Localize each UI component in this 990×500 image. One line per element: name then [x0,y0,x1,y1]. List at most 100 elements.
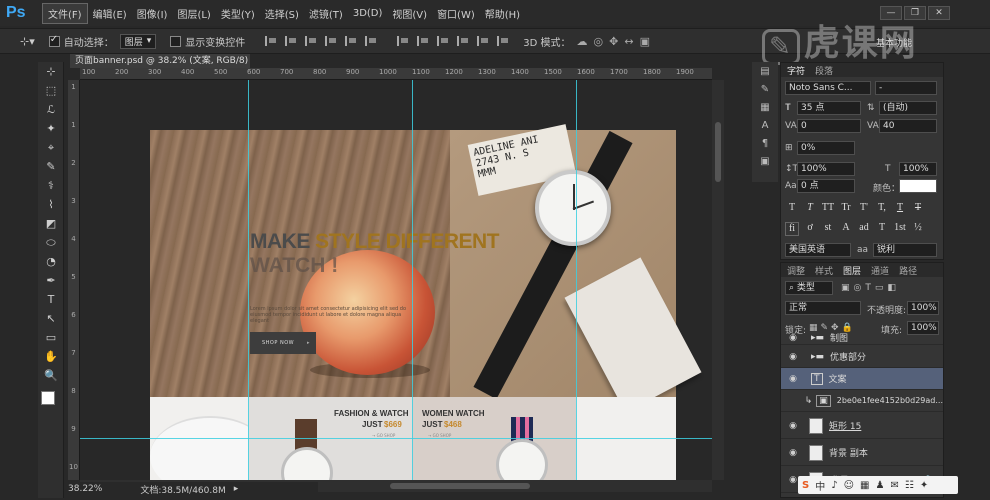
font-size-field[interactable]: 35 点 [797,101,861,115]
document-canvas[interactable]: ADELINE ANI 2743 N. S MMM MAKE STYLE DIF… [150,124,702,480]
shop-now-button[interactable]: SHOP NOW ▸ [250,332,316,354]
show-transform-checkbox[interactable] [170,35,182,47]
headline[interactable]: MAKE STYLE DIFFERENT [250,230,500,254]
strikethrough-button[interactable]: T [911,202,925,216]
tab-layers[interactable]: 图层 [843,264,861,277]
menu-edit[interactable]: 编辑(E) [88,4,132,23]
menu-3d[interactable]: 3D(D) [348,6,388,21]
magic-wand-tool[interactable]: ✦ [38,119,64,138]
tab-paragraph[interactable]: 段落 [815,64,833,77]
distribute-right-icon[interactable] [497,36,509,46]
small-caps-button[interactable]: Tr [839,202,853,216]
skin-icon[interactable]: ✦ [920,480,928,491]
type-tool[interactable]: T [38,290,64,309]
visibility-eye-icon[interactable]: ◉ [785,421,801,431]
move-tool[interactable]: ⊹ [38,62,64,81]
scroll-thumb[interactable] [715,122,721,182]
canvas-area[interactable]: ADELINE ANI 2743 N. S MMM MAKE STYLE DIF… [80,80,712,480]
menu-view[interactable]: 视图(V) [387,4,432,23]
brush-tool[interactable]: ⌇ [38,195,64,214]
ordinals-button[interactable]: 1st [893,222,907,236]
path-select-tool[interactable]: ↖ [38,309,64,328]
kerning-field[interactable]: 0 [797,119,861,133]
distribute-hcenter-icon[interactable] [477,36,489,46]
zoom-level[interactable]: 38.22% [68,484,102,494]
crop-tool[interactable]: ⌖ [38,138,64,157]
titling-button[interactable]: T [875,222,889,236]
menu-help[interactable]: 帮助(H) [480,4,525,23]
menu-image[interactable]: 图像(I) [132,4,173,23]
swatches-icon[interactable]: ▦ [752,98,778,116]
visibility-eye-icon[interactable]: ◉ [785,448,801,458]
align-hcenter-icon[interactable] [345,36,357,46]
guide-vertical[interactable] [248,80,249,480]
layer-filter-select[interactable]: ⌕ 类型 [785,281,833,295]
stamp-tool[interactable]: ◩ [38,214,64,233]
move-tool-icon[interactable]: ⊹▾ [20,35,35,48]
zoom-tool[interactable]: 🔍 [38,366,64,385]
layer-row-selected[interactable]: ◉ T 文案 [781,368,943,390]
ligatures-button[interactable]: fi [785,222,799,236]
menu-file[interactable]: 文件(F) [42,2,88,24]
foreground-color[interactable] [41,391,55,405]
distribute-bottom-icon[interactable] [437,36,449,46]
properties-icon[interactable]: ✎ [752,80,778,98]
tracking-field[interactable]: 40 [879,119,937,133]
blend-mode-select[interactable]: 正常 [785,301,861,315]
layer-row[interactable]: ◉ 背景 副本 [781,440,943,466]
mail-icon[interactable]: ✉ [890,480,898,491]
font-style-select[interactable]: - [875,81,937,95]
eyedropper-tool[interactable]: ✎ [38,157,64,176]
text-color-swatch[interactable] [899,179,937,193]
voice-icon[interactable]: ♪ [831,480,837,491]
shape-tool[interactable]: ▭ [38,328,64,347]
opacity-field[interactable]: 100% [907,301,939,315]
leading-field[interactable]: (自动) [879,101,937,115]
visibility-eye-icon[interactable]: ◉ [785,352,801,362]
superscript-button[interactable]: T' [857,202,871,216]
character-icon[interactable]: A [752,116,778,134]
discretionary-lig-button[interactable]: st [821,222,835,236]
marquee-tool[interactable]: ⬚ [38,81,64,100]
layer-row[interactable]: ◉ ▸▬ 优惠部分 [781,346,943,368]
faux-italic-button[interactable]: T [803,202,817,216]
subscript-button[interactable]: T, [875,202,889,216]
align-right-icon[interactable] [365,36,377,46]
distribute-left-icon[interactable] [457,36,469,46]
align-bottom-icon[interactable] [305,36,317,46]
emoji-icon[interactable]: ☺ [844,480,854,491]
user-icon[interactable]: ♟ [875,480,884,491]
old-style-button[interactable]: ơ [803,222,817,236]
layer-comps-icon[interactable]: ▣ [752,152,778,170]
fractions-button[interactable]: ½ [911,222,925,236]
tab-styles[interactable]: 样式 [815,264,833,277]
distribute-top-icon[interactable] [397,36,409,46]
align-top-icon[interactable] [265,36,277,46]
tab-channels[interactable]: 通道 [871,264,889,277]
healing-tool[interactable]: ⚕ [38,176,64,195]
layer-filter-icons[interactable]: ▣◎T▭◧ [841,283,900,293]
visibility-eye-icon[interactable]: ◉ [785,374,801,384]
hand-tool[interactable]: ✋ [38,347,64,366]
keyboard-icon[interactable]: ▦ [860,480,869,491]
visibility-eye-icon[interactable]: ◉ [785,333,801,343]
lasso-tool[interactable]: ℒ [38,100,64,119]
history-icon[interactable]: ▤ [752,62,778,80]
menu-filter[interactable]: 滤镜(T) [304,4,348,23]
menu-select[interactable]: 选择(S) [260,4,304,23]
auto-select-dropdown[interactable]: 图层 ▾ [119,33,157,49]
color-swatches[interactable] [38,385,63,425]
scroll-thumb[interactable] [390,483,530,489]
guide-vertical[interactable] [576,80,577,480]
tab-paths[interactable]: 路径 [899,264,917,277]
align-vcenter-icon[interactable] [285,36,297,46]
underline-button[interactable]: T [893,202,907,216]
font-family-select[interactable]: Noto Sans C... [785,81,871,95]
faux-bold-button[interactable]: T [785,202,799,216]
stylistic-alt-button[interactable]: ad [857,222,871,236]
sogou-icon[interactable]: S [802,480,809,491]
menu-type[interactable]: 类型(Y) [216,4,260,23]
horizontal-scale-field[interactable]: 100% [899,162,937,176]
language-select[interactable]: 美国英语 [785,243,851,257]
arrow-right-icon[interactable]: ▸ [234,484,239,494]
